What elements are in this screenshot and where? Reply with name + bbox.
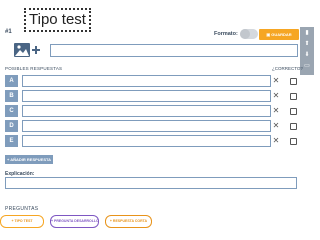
correct-header: ¿CORRECTO? [272,66,303,71]
explanation-input[interactable] [5,177,297,189]
answer-letter: A [5,75,18,87]
answer-row: D ✕ [5,120,315,132]
button-label: + TIPO TEST [11,219,33,223]
questions-section-label: PREGUNTAS [5,206,39,212]
correct-checkbox[interactable] [290,93,297,100]
answer-input[interactable] [22,90,271,102]
save-icon: ▣ [266,32,271,37]
save-button-label: GUARDAR [271,32,292,37]
answer-letter: D [5,120,18,132]
page-title: Tipo test [24,8,91,32]
answer-row: C ✕ [5,105,315,117]
arrow-down-icon[interactable]: ⬇ [300,49,314,60]
button-label: + PREGUNTA DESARROLLO [51,219,99,223]
arrow-up-icon[interactable]: ⬆ [300,38,314,49]
add-short-answer-button[interactable]: + RESPUESTA CORTA [105,215,152,228]
add-test-question-button[interactable]: + TIPO TEST [0,215,44,228]
answer-row: E ✕ [5,135,315,147]
button-label: + RESPUESTA CORTA [109,219,148,223]
add-answer-button[interactable]: + AÑADIR RESPUESTA [5,155,53,164]
answer-input[interactable] [22,135,271,147]
remove-answer-icon[interactable]: ✕ [272,135,280,147]
question-input[interactable] [50,44,298,57]
answer-letter: B [5,90,18,102]
correct-checkbox[interactable] [290,108,297,115]
answer-row: A ✕ [5,75,315,87]
trash-icon[interactable]: ▮ [300,27,314,38]
correct-checkbox[interactable] [290,123,297,130]
save-button[interactable]: ▣ GUARDAR [259,29,299,40]
remove-answer-icon[interactable]: ✕ [272,75,280,87]
answer-letter: C [5,105,18,117]
answer-input[interactable] [22,75,271,87]
question-number: #1 [5,29,12,35]
answer-row: B ✕ [5,90,315,102]
correct-checkbox[interactable] [290,138,297,145]
add-essay-question-button[interactable]: + PREGUNTA DESARROLLO [50,215,99,228]
remove-answer-icon[interactable]: ✕ [272,120,280,132]
correct-checkbox[interactable] [290,78,297,85]
remove-answer-icon[interactable]: ✕ [272,90,280,102]
remove-answer-icon[interactable]: ✕ [272,105,280,117]
answer-input[interactable] [22,105,271,117]
answers-header: POSIBLES RESPUESTAS [5,66,63,71]
format-toggle-knob [240,29,250,39]
add-image-icon[interactable] [14,42,40,58]
answer-input[interactable] [22,120,271,132]
answer-letter: E [5,135,18,147]
format-label: Formato: [214,31,238,37]
